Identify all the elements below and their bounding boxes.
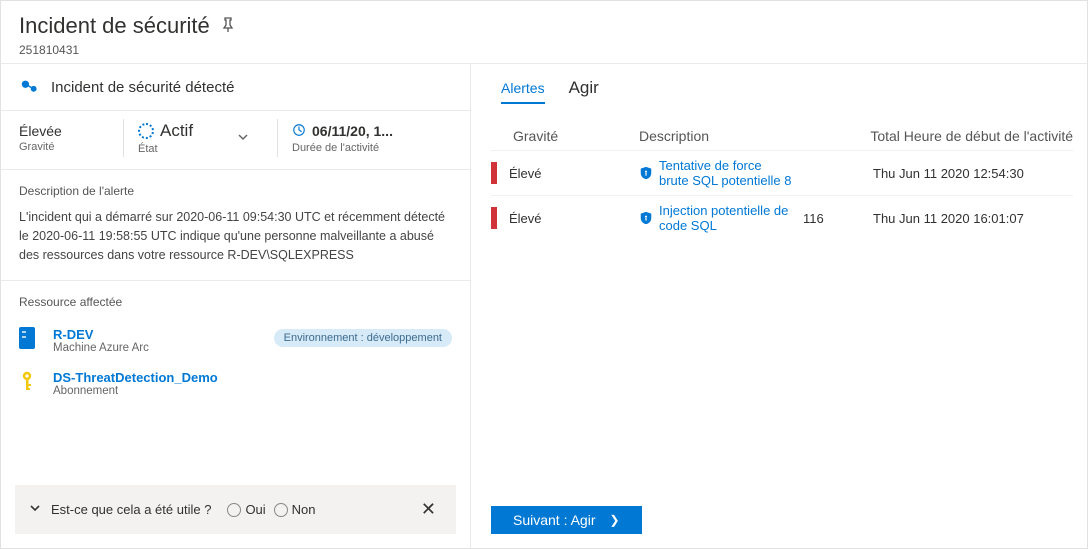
row-total: 116	[803, 211, 863, 226]
resource-type: Abonnement	[53, 385, 452, 397]
status-row: Élevée Gravité Actif État	[1, 110, 470, 170]
next-button-label: Suivant : Agir	[513, 512, 596, 528]
tab-alerts[interactable]: Alertes	[501, 80, 545, 104]
tab-act[interactable]: Agir	[569, 78, 599, 104]
env-tag: Environnement : développement	[274, 329, 452, 347]
page-title: Incident de sécurité	[19, 13, 210, 39]
resource-link[interactable]: DS-ThreatDetection_Demo	[53, 370, 452, 385]
status-severity: Élevée Gravité	[19, 115, 109, 161]
table-row[interactable]: Élevé Tentative de force brute SQL poten…	[491, 150, 1073, 195]
clock-icon	[292, 123, 306, 140]
row-time: Thu Jun 11 2020 12:54:30	[873, 166, 1073, 181]
alert-desc-text: L'incident qui a démarré sur 2020-06-11 …	[19, 208, 452, 264]
feedback-no-radio[interactable]	[274, 503, 288, 517]
chevron-right-icon: ❯	[610, 513, 620, 527]
incident-icon	[19, 76, 41, 98]
severity-bar	[491, 207, 497, 229]
spinner-icon	[138, 123, 154, 139]
duration-value: 06/11/20, 1...	[312, 123, 393, 139]
feedback-bar: Est-ce que cela a été utile ? Oui Non ✕	[15, 485, 456, 534]
feedback-question: Est-ce que cela a été utile ?	[51, 502, 211, 517]
resource-link[interactable]: R-DEV	[53, 327, 262, 342]
next-button[interactable]: Suivant : Agir ❯	[491, 506, 642, 534]
status-duration: 06/11/20, 1... Durée de l'activité	[292, 115, 452, 161]
table-row[interactable]: Élevé Injection potentielle de code SQL …	[491, 195, 1073, 240]
row-severity: Élevé	[509, 166, 629, 181]
row-time: Thu Jun 11 2020 16:01:07	[873, 211, 1073, 226]
col-total-time: Total Heure de début de l'activité	[803, 128, 1073, 144]
shield-icon	[639, 211, 653, 225]
alerts-table: Gravité Description Total Heure de début…	[471, 104, 1087, 240]
chevron-down-icon[interactable]	[29, 502, 41, 517]
alert-desc-heading: Description de l'alerte	[19, 184, 452, 198]
tabs: Alertes Agir	[471, 64, 1087, 104]
state-value: Actif	[160, 121, 193, 141]
server-icon	[19, 327, 41, 349]
incident-banner: Incident de sécurité détecté	[1, 64, 470, 110]
incident-banner-text: Incident de sécurité détecté	[51, 79, 234, 96]
feedback-yes-radio[interactable]	[227, 503, 241, 517]
status-state-dropdown[interactable]: Actif État	[138, 115, 263, 161]
duration-label: Durée de l'activité	[292, 142, 452, 154]
key-icon	[19, 370, 41, 396]
close-icon[interactable]: ✕	[415, 499, 442, 520]
resource-item: R-DEV Machine Azure Arc Environnement : …	[19, 319, 452, 362]
row-description-link[interactable]: Tentative de force brute SQL potentielle…	[659, 158, 793, 188]
col-description: Description	[639, 128, 793, 144]
incident-id: 251810431	[19, 43, 1069, 57]
feedback-yes-label: Oui	[245, 502, 265, 517]
chevron-down-icon	[237, 131, 263, 146]
row-severity: Élevé	[509, 211, 629, 226]
severity-value: Élevée	[19, 123, 109, 139]
severity-bar	[491, 162, 497, 184]
shield-icon	[639, 166, 653, 180]
resource-item: DS-ThreatDetection_Demo Abonnement	[19, 362, 452, 405]
resource-type: Machine Azure Arc	[53, 342, 262, 354]
severity-label: Gravité	[19, 141, 109, 153]
row-description-link[interactable]: Injection potentielle de code SQL	[659, 203, 793, 233]
state-label: État	[138, 143, 193, 155]
page-header: Incident de sécurité 251810431	[1, 1, 1087, 63]
col-severity: Gravité	[509, 128, 629, 144]
feedback-no-label: Non	[292, 502, 316, 517]
affected-heading: Ressource affectée	[19, 295, 452, 309]
pin-icon[interactable]	[220, 17, 236, 36]
